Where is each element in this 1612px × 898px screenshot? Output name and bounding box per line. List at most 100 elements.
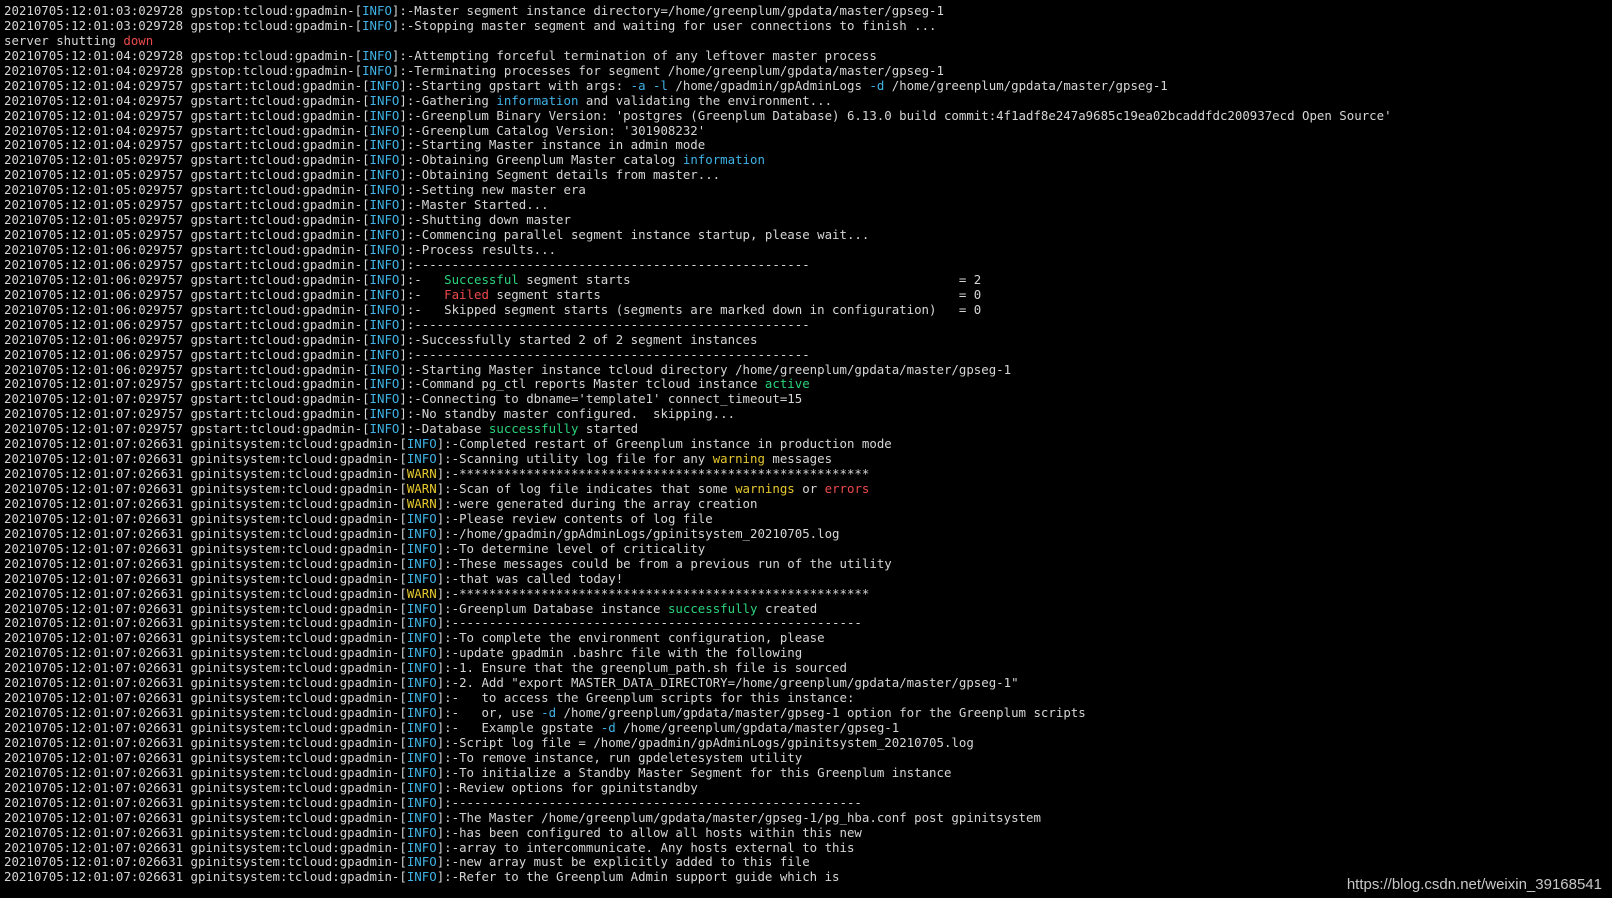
log-text: ]:-Connecting to dbname='template1' conn…: [399, 391, 803, 407]
log-text: 20210705:12:01:07:026631 gpinitsystem:tc…: [4, 660, 407, 676]
log-text: segment starts = 0: [488, 286, 982, 302]
terminal-line: 20210705:12:01:07:029757 gpstart:tcloud:…: [4, 376, 1608, 392]
log-text: 20210705:12:01:07:026631 gpinitsystem:tc…: [4, 794, 407, 810]
log-text: ]:-has been configured to allow all host…: [436, 824, 862, 840]
log-text: 20210705:12:01:07:026631 gpinitsystem:tc…: [4, 585, 407, 601]
highlighted-log-text: INFO: [369, 92, 400, 108]
terminal-line: 20210705:12:01:06:029757 gpstart:tcloud:…: [4, 242, 1608, 258]
log-text: ]:-The Master /home/greenplum/gpdata/mas…: [436, 809, 1041, 825]
log-text: ]:-Starting Master instance in admin mod…: [399, 137, 706, 153]
log-text: 20210705:12:01:04:029757 gpstart:tcloud:…: [4, 77, 370, 93]
highlighted-log-text: INFO: [406, 600, 437, 616]
terminal-line: 20210705:12:01:07:026631 gpinitsystem:tc…: [4, 824, 1608, 841]
highlighted-log-text: INFO: [406, 675, 437, 691]
log-text: or: [794, 481, 825, 496]
log-text: 20210705:12:01:07:026631 gpinitsystem:tc…: [4, 720, 407, 735]
highlighted-log-text: INFO: [406, 749, 437, 765]
terminal-line: 20210705:12:01:07:026631 gpinitsystem:tc…: [4, 675, 1608, 691]
terminal-line: 20210705:12:01:07:026631 gpinitsystem:tc…: [4, 645, 1608, 661]
terminal-line: 20210705:12:01:04:029757 gpstart:tcloud:…: [4, 77, 1608, 94]
log-text: 20210705:12:01:05:029757 gpstart:tcloud:…: [4, 182, 370, 198]
terminal-line: 20210705:12:01:06:029757 gpstart:tcloud:…: [4, 271, 1608, 288]
terminal-line: 20210705:12:01:07:026631 gpinitsystem:tc…: [4, 749, 1608, 766]
log-text: ]:-update gpadmin .bashrc file with the …: [436, 645, 803, 661]
log-text: 20210705:12:01:07:029757 gpstart:tcloud:…: [4, 391, 370, 407]
terminal-line: 20210705:12:01:07:029757 gpstart:tcloud:…: [4, 391, 1608, 407]
log-text: 20210705:12:01:07:026631 gpinitsystem:tc…: [4, 824, 407, 840]
log-text: ]:-Command pg_ctl reports Master tcloud …: [399, 376, 765, 392]
log-text: 20210705:12:01:03:029728 gpstop:tcloud:g…: [4, 4, 363, 18]
log-text: 20210705:12:01:06:029757 gpstart:tcloud:…: [4, 361, 370, 377]
log-text: ]:--------------------------------------…: [436, 615, 862, 631]
highlighted-log-text: INFO: [369, 212, 400, 228]
terminal-line: 20210705:12:01:07:026631 gpinitsystem:tc…: [4, 540, 1608, 557]
highlighted-log-text: WARN: [406, 585, 437, 601]
log-text: 20210705:12:01:07:026631 gpinitsystem:tc…: [4, 809, 407, 825]
log-text: 20210705:12:01:07:026631 gpinitsystem:tc…: [4, 481, 407, 496]
terminal-line: 20210705:12:01:07:026631 gpinitsystem:tc…: [4, 630, 1608, 646]
highlighted-log-text: INFO: [406, 555, 437, 571]
log-text: 20210705:12:01:07:026631 gpinitsystem:tc…: [4, 540, 407, 556]
highlighted-log-text: INFO: [362, 17, 392, 33]
highlighted-log-text: INFO: [369, 256, 400, 272]
log-text: ]:-Commencing parallel segment instance …: [399, 227, 870, 243]
log-text: 20210705:12:01:06:029757 gpstart:tcloud:…: [4, 316, 370, 332]
log-text: ]:- Example gpstate: [436, 720, 601, 735]
log-text: 20210705:12:01:06:029757 gpstart:tcloud:…: [4, 331, 370, 347]
log-text: 20210705:12:01:07:026631 gpinitsystem:tc…: [4, 600, 407, 616]
highlighted-log-text: Failed: [444, 286, 489, 302]
log-text: 20210705:12:01:04:029757 gpstart:tcloud:…: [4, 107, 370, 123]
highlighted-log-text: INFO: [369, 391, 400, 407]
highlighted-log-text: INFO: [406, 451, 437, 467]
log-text: 20210705:12:01:07:026631 gpinitsystem:tc…: [4, 570, 407, 586]
terminal-line: 20210705:12:01:06:029757 gpstart:tcloud:…: [4, 331, 1608, 348]
log-text: 20210705:12:01:05:029757 gpstart:tcloud:…: [4, 212, 370, 228]
terminal-line: 20210705:12:01:06:029757 gpstart:tcloud:…: [4, 316, 1608, 333]
watermark-url: https://blog.csdn.net/weixin_39168541: [1346, 876, 1602, 893]
log-text: 20210705:12:01:07:029757 gpstart:tcloud:…: [4, 421, 370, 437]
highlighted-log-text: warning: [712, 451, 765, 467]
log-text: ]:-Starting gpstart with args:: [399, 77, 631, 93]
log-text: ]:-Gathering: [399, 92, 497, 108]
log-text: ]:-/home/gpadmin/gpAdminLogs/gpinitsyste…: [436, 525, 840, 541]
highlighted-log-text: information: [682, 152, 765, 168]
log-text: ]:--------------------------------------…: [399, 346, 810, 362]
log-text: ]:-Please review contents of log file: [436, 510, 713, 526]
terminal-line: 20210705:12:01:07:026631 gpinitsystem:tc…: [4, 436, 1608, 452]
log-text: 20210705:12:01:07:026631 gpinitsystem:tc…: [4, 869, 407, 885]
log-text: 20210705:12:01:07:026631 gpinitsystem:tc…: [4, 675, 407, 691]
highlighted-log-text: INFO: [406, 615, 437, 631]
log-text: 20210705:12:01:07:026631 gpinitsystem:tc…: [4, 839, 407, 855]
highlighted-log-text: WARN: [406, 481, 437, 496]
terminal-line: server shutting down: [4, 33, 1608, 49]
terminal-line: 20210705:12:01:07:029757 gpstart:tcloud:…: [4, 421, 1608, 437]
log-text: 20210705:12:01:07:026631 gpinitsystem:tc…: [4, 749, 407, 765]
highlighted-log-text: WARN: [406, 466, 437, 482]
highlighted-log-text: INFO: [406, 734, 437, 750]
log-text: 20210705:12:01:07:026631 gpinitsystem:tc…: [4, 779, 407, 795]
highlighted-log-text: INFO: [362, 62, 392, 78]
terminal-line: 20210705:12:01:07:026631 gpinitsystem:tc…: [4, 481, 1608, 497]
highlighted-log-text: INFO: [406, 436, 437, 452]
highlighted-log-text: INFO: [406, 720, 437, 735]
log-text: 20210705:12:01:07:026631 gpinitsystem:tc…: [4, 645, 407, 661]
highlighted-log-text: INFO: [369, 242, 400, 257]
log-text: 20210705:12:01:06:029757 gpstart:tcloud:…: [4, 242, 370, 257]
log-text: ]:-new array must be explicitly added to…: [436, 854, 810, 870]
highlighted-log-text: warnings: [735, 481, 795, 496]
highlighted-log-text: Successful: [444, 271, 519, 287]
terminal-line: 20210705:12:01:03:029728 gpstop:tcloud:g…: [4, 4, 1608, 19]
log-text: ]:-Database: [399, 421, 489, 437]
highlighted-log-text: INFO: [369, 301, 400, 317]
log-text: ]:-*************************************…: [436, 466, 870, 482]
highlighted-log-text: INFO: [369, 346, 400, 362]
highlighted-log-text: INFO: [369, 421, 400, 437]
highlighted-log-text: -a -l: [630, 77, 668, 93]
highlighted-log-text: INFO: [406, 525, 437, 541]
log-text: started: [578, 421, 639, 437]
highlighted-log-text: -d: [869, 77, 885, 93]
terminal-output[interactable]: 20210705:12:01:03:029728 gpstop:tcloud:g…: [4, 4, 1608, 894]
terminal-line: 20210705:12:01:07:026631 gpinitsystem:tc…: [4, 779, 1608, 796]
highlighted-log-text: INFO: [369, 122, 400, 138]
log-text: 20210705:12:01:07:026631 gpinitsystem:tc…: [4, 495, 407, 511]
